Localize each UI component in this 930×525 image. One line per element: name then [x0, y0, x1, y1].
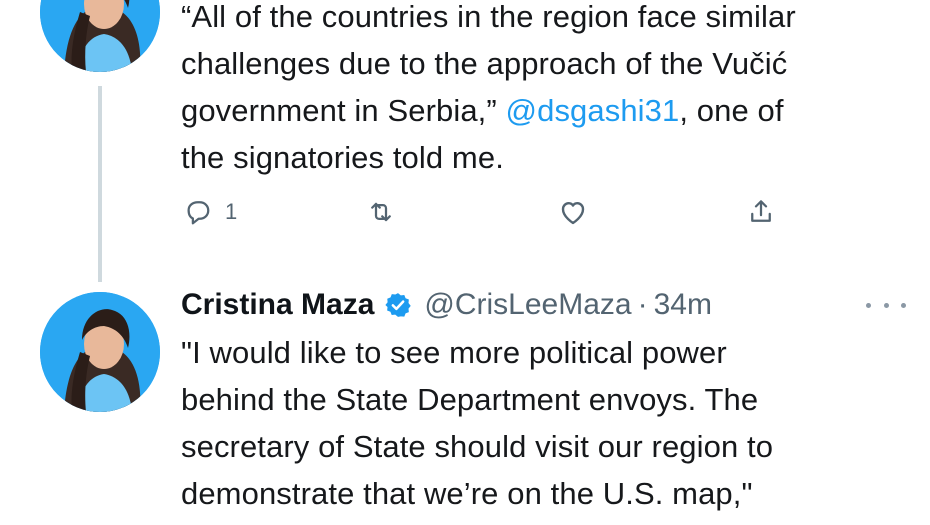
- more-dot: [901, 302, 906, 308]
- heart-icon: [561, 202, 585, 225]
- tweet-text-line: behind the State Department envoys. The: [181, 382, 759, 417]
- more-dot: [866, 302, 871, 308]
- tweet-timestamp[interactable]: 34m: [654, 288, 712, 322]
- tweet-text: “All of the countries in the region face…: [181, 0, 796, 181]
- tweet-header: Cristina Maza @CrisLeeMaza · 34m: [181, 282, 712, 328]
- tweet-thread: “All of the countries in the region face…: [0, 0, 930, 525]
- separator-dot: ·: [637, 288, 648, 321]
- more-dot: [883, 302, 889, 308]
- tweet-actions: 1: [181, 192, 801, 232]
- avatar-photo: [40, 292, 160, 412]
- like-button[interactable]: [557, 192, 589, 232]
- more-icon[interactable]: [866, 290, 906, 320]
- retweet-icon: [371, 202, 391, 222]
- tweet-text-line: "I would like to see more political powe…: [181, 335, 727, 370]
- thread-connector-line: [98, 86, 102, 282]
- share-icon: [751, 200, 771, 222]
- display-name[interactable]: Cristina Maza: [181, 288, 374, 322]
- reply-button[interactable]: 1: [183, 192, 237, 232]
- avatar[interactable]: [40, 0, 160, 72]
- verified-badge-icon: [384, 291, 412, 319]
- tweet-text-line: secretary of State should visit our regi…: [181, 429, 774, 464]
- reply-icon: [187, 201, 210, 225]
- user-handle[interactable]: @CrisLeeMaza: [424, 288, 631, 322]
- tweet-text-segment: , one of: [679, 93, 784, 128]
- tweet-text-line: demonstrate that we’re on the U.S. map,": [181, 476, 753, 511]
- tweet-text-line: challenges due to the approach of the Vu…: [181, 46, 788, 81]
- share-button[interactable]: [746, 192, 776, 232]
- tweet-text-line: government in Serbia,” @dsgashi31, one o…: [181, 87, 796, 134]
- reply-count: 1: [225, 199, 238, 224]
- tweet-text-segment: government in Serbia,”: [181, 93, 497, 128]
- avatar[interactable]: [40, 292, 160, 412]
- avatar-photo: [40, 0, 160, 72]
- mention-link[interactable]: @dsgashi31: [506, 93, 680, 128]
- tweet-text-line: “All of the countries in the region face…: [181, 0, 796, 34]
- tweet-text: "I would like to see more political powe…: [181, 329, 773, 517]
- retweet-button[interactable]: [366, 192, 396, 232]
- tweet-text-line: the signatories told me.: [181, 140, 504, 175]
